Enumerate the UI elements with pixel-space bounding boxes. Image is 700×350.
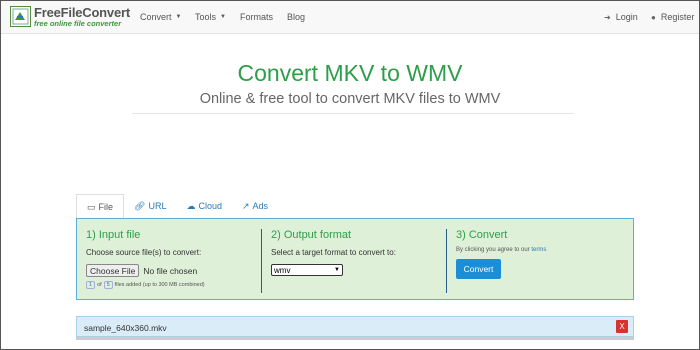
register-link[interactable]: ● Register bbox=[651, 12, 694, 22]
column-divider bbox=[261, 229, 262, 293]
user-icon: ● bbox=[651, 12, 656, 22]
tab-cloud[interactable]: ☁ Cloud bbox=[176, 194, 232, 218]
output-section-title: 2) Output format bbox=[271, 229, 352, 241]
file-list-item: sample_640x360.mkv X bbox=[76, 316, 634, 337]
no-file-chosen-text: No file chosen bbox=[143, 265, 198, 276]
input-file-section: 1) Input file Choose source file(s) to c… bbox=[86, 229, 256, 293]
tab-file-label: File bbox=[98, 202, 114, 212]
logo-subtitle: free online file converter bbox=[34, 19, 122, 28]
remove-file-button[interactable]: X bbox=[616, 320, 628, 333]
convert-section: 3) Convert By clicking you agree to our … bbox=[456, 229, 626, 293]
nav-formats-label: Formats bbox=[240, 12, 274, 22]
file-count-separator: of bbox=[97, 282, 102, 288]
login-label: Login bbox=[615, 12, 638, 22]
file-name: sample_640x360.mkv bbox=[84, 323, 167, 333]
monitor-icon: ▭ bbox=[87, 201, 96, 212]
caret-down-icon: ▼ bbox=[220, 14, 226, 20]
nav-tools-menu[interactable]: Tools ▼ bbox=[195, 12, 226, 22]
page-title: Convert MKV to WMV bbox=[237, 60, 463, 86]
convert-button[interactable]: Convert bbox=[456, 259, 501, 279]
source-tabs: ▭ File 🔗︎ URL ☁ Cloud ↗ Ads bbox=[76, 194, 278, 219]
nav-formats-link[interactable]: Formats bbox=[240, 12, 273, 22]
top-navbar: FreeFileConvert free online file convert… bbox=[1, 1, 699, 34]
cloud-icon: ☁ bbox=[186, 200, 196, 211]
sign-in-icon: ➜ bbox=[604, 12, 611, 22]
selected-format: wmv bbox=[274, 265, 291, 275]
choose-file-button[interactable]: Choose File bbox=[86, 264, 140, 277]
tab-url-label: URL bbox=[148, 201, 167, 211]
tab-cloud-label: Cloud bbox=[198, 201, 222, 211]
hero-divider bbox=[132, 113, 574, 114]
site-logo[interactable]: FreeFileConvert free online file convert… bbox=[10, 6, 130, 28]
tab-ads[interactable]: ↗ Ads bbox=[232, 194, 278, 218]
output-format-section: 2) Output format Select a target format … bbox=[271, 229, 441, 293]
nav-convert-menu[interactable]: Convert ▼ bbox=[140, 12, 181, 22]
login-link[interactable]: ➜ Login bbox=[604, 12, 638, 22]
terms-notice: By clicking you agree to our terms bbox=[456, 247, 626, 253]
logo-title: FreeFileConvert bbox=[34, 5, 130, 20]
tab-ads-label: Ads bbox=[252, 201, 269, 211]
file-list-bottom-edge bbox=[76, 337, 634, 340]
tab-file[interactable]: ▭ File bbox=[76, 194, 125, 219]
output-instruction: Select a target format to convert to: bbox=[271, 248, 396, 257]
logo-icon bbox=[10, 6, 31, 28]
converter-panel: 1) Input file Choose source file(s) to c… bbox=[76, 218, 634, 300]
file-count-suffix: files added (up to 300 MB combined) bbox=[114, 282, 205, 288]
external-link-icon: ↗ bbox=[242, 200, 250, 211]
terms-prefix: By clicking you agree to our bbox=[456, 247, 530, 253]
nav-blog-link[interactable]: Blog bbox=[287, 12, 305, 22]
link-icon: 🔗︎ bbox=[134, 200, 146, 211]
chevron-down-icon: ▼ bbox=[334, 267, 340, 273]
nav-convert-label: Convert bbox=[140, 12, 172, 22]
convert-section-title: 3) Convert bbox=[456, 229, 508, 241]
register-label: Register bbox=[660, 12, 695, 22]
input-section-title: 1) Input file bbox=[86, 229, 141, 241]
tab-url[interactable]: 🔗︎ URL bbox=[124, 194, 176, 218]
column-divider bbox=[446, 229, 447, 293]
nav-blog-label: Blog bbox=[287, 12, 306, 22]
caret-down-icon: ▼ bbox=[175, 14, 182, 20]
nav-tools-label: Tools bbox=[195, 12, 217, 22]
input-instruction: Choose source file(s) to convert: bbox=[86, 248, 202, 257]
output-format-select[interactable]: wmv ▼ bbox=[271, 264, 343, 276]
file-count-max: 5 bbox=[103, 281, 113, 289]
page-subtitle: Online & free tool to convert MKV files … bbox=[199, 91, 501, 107]
terms-link[interactable]: terms bbox=[531, 247, 546, 253]
file-count-current: 1 bbox=[86, 281, 96, 289]
